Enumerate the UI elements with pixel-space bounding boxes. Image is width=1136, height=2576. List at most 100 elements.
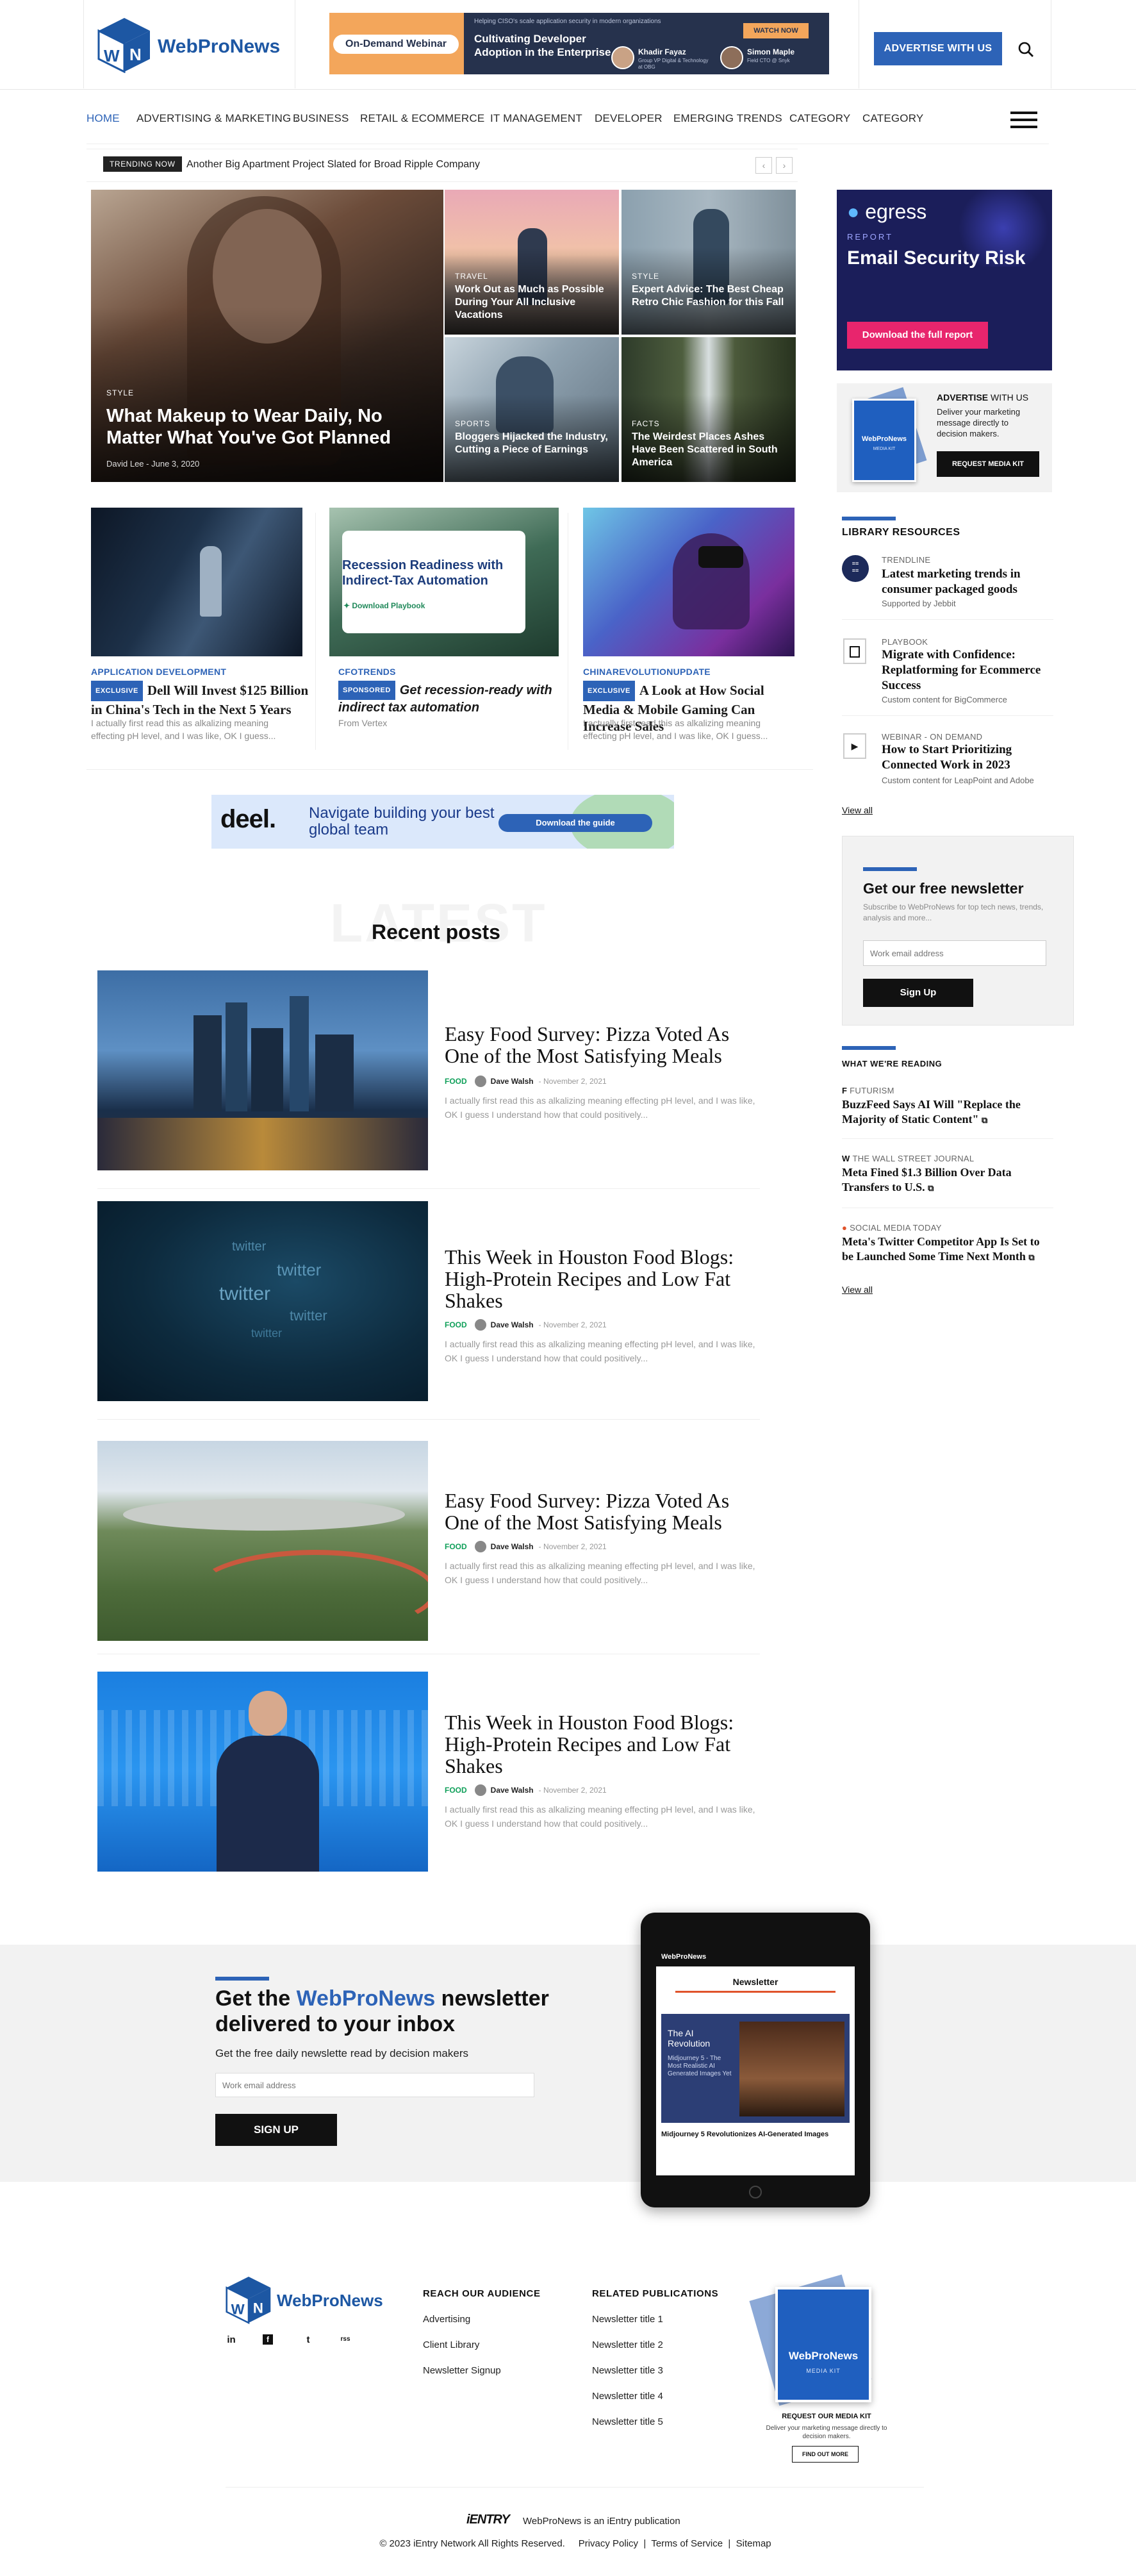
hero-main-story[interactable]: STYLE What Makeup to Wear Daily, No Matt… [91,190,443,482]
sidebar-email-input[interactable] [863,940,1046,966]
advertise-box: WebProNews MEDIA KIT ADVERTISE WITH US D… [837,383,1052,492]
post-image[interactable] [97,970,428,1170]
city-lights [97,1118,428,1170]
tile-category: STYLE [632,272,660,281]
card-category[interactable]: APPLICATION DEVELOPMENT [91,667,226,677]
section-accent-bar [842,1046,896,1050]
footer-newsletter-link[interactable]: Newsletter title 3 [592,2365,663,2376]
reach-heading: REACH OUR AUDIENCE [423,2288,541,2299]
library-item-title[interactable]: Latest marketing trends in consumer pack… [882,567,1042,597]
post-category[interactable]: FOOD [445,1786,467,1795]
reading-title[interactable]: Meta's Twitter Competitor App Is Set to … [842,1234,1053,1265]
hamburger-menu-icon[interactable] [1010,112,1037,128]
rss-icon[interactable]: rss [338,2336,352,2343]
site-logo[interactable]: W N WebProNews [97,17,290,74]
twitter-icon[interactable]: t [301,2334,315,2345]
trending-next-button[interactable]: › [776,157,793,174]
footer-link-client-library[interactable]: Client Library [423,2339,479,2350]
card-image[interactable] [91,508,302,656]
linkedin-icon[interactable]: in [224,2334,238,2345]
nav-category[interactable]: CATEGORY [862,112,923,125]
footer-link-advertising[interactable]: Advertising [423,2314,470,2325]
request-media-kit-button[interactable]: REQUEST MEDIA KIT [937,451,1039,477]
hero-tile-travel[interactable]: TRAVEL Work Out as Much as Possible Duri… [445,190,619,335]
card-category[interactable]: CFOTRENDS [338,667,396,677]
post-category[interactable]: FOOD [445,1542,467,1551]
footer-newsletter-link[interactable]: Newsletter title 5 [592,2416,663,2427]
card-title[interactable]: EXCLUSIVE Dell Will Invest $125 Billion i… [91,681,309,718]
svg-text:W: W [104,46,120,65]
footer-link-newsletter-signup[interactable]: Newsletter Signup [423,2365,501,2376]
speaker-body [217,1736,319,1872]
vr-headset [698,546,743,568]
skyline-tower [290,996,309,1111]
reading-view-all-link[interactable]: View all [842,1284,873,1295]
egress-cta-button[interactable]: Download the full report [847,322,988,349]
terms-of-service-link[interactable]: Terms of Service [651,2538,723,2549]
library-item-title[interactable]: Migrate with Confidence: Replatforming f… [882,647,1042,694]
post-author[interactable]: Dave Walsh [491,1786,534,1795]
search-icon[interactable] [1017,41,1034,58]
trending-prev-button[interactable]: ‹ [755,157,772,174]
hero-tile-style[interactable]: STYLE Expert Advice: The Best Cheap Retr… [622,190,796,335]
reading-title[interactable]: BuzzFeed Says AI Will "Replace the Major… [842,1097,1047,1127]
post-category[interactable]: FOOD [445,1077,467,1086]
privacy-policy-link[interactable]: Privacy Policy [579,2538,638,2549]
band-signup-button[interactable]: SIGN UP [215,2114,337,2146]
nav-business[interactable]: BUSINESS [293,112,349,125]
deel-cta-button[interactable]: Download the guide [498,814,652,832]
post-image[interactable]: twitter twitter twitter twitter twitter [97,1201,428,1401]
band-email-input[interactable] [215,2073,534,2097]
card-category[interactable]: CHINAREVOLUTIONUPDATE [583,667,711,677]
hero-tile-sports[interactable]: SPORTS Bloggers Hijacked the Industry, C… [445,337,619,482]
nav-home[interactable]: HOME [86,112,120,125]
footer-newsletter-link[interactable]: Newsletter title 1 [592,2314,663,2325]
library-heading: LIBRARY RESOURCES [842,527,960,538]
band-title-brand: WebProNews [296,1986,436,2011]
card-title[interactable]: SPONSORED Get recession-ready with indire… [338,681,556,715]
footer-newsletter-link[interactable]: Newsletter title 2 [592,2339,663,2350]
post-image[interactable] [97,1441,428,1641]
ad-title: Recession Readiness with Indirect-Tax Au… [342,558,504,588]
exclusive-badge: EXCLUSIVE [583,681,635,701]
find-out-more-button[interactable]: FIND OUT MORE [792,2446,859,2463]
trending-headline[interactable]: Another Big Apartment Project Slated for… [186,159,480,170]
reading-title[interactable]: Meta Fined $1.3 Billion Over Data Transf… [842,1165,1047,1195]
nav-retail-ecommerce[interactable]: RETAIL & ECOMMERCE [360,112,484,125]
nav-it-management[interactable]: IT MANAGEMENT [490,112,582,125]
egress-ad[interactable]: ● egress REPORT Email Security Risk Down… [837,190,1052,370]
top-webinar-banner[interactable]: On-Demand Webinar Helping CISO's scale a… [329,13,829,74]
post-author[interactable]: Dave Walsh [491,1542,534,1551]
advertise-button[interactable]: ADVERTISE WITH US [874,32,1002,65]
nav-category[interactable]: CATEGORY [789,112,850,125]
facebook-icon[interactable]: f [263,2334,273,2345]
post-title[interactable]: Easy Food Survey: Pizza Voted As One of … [445,1023,765,1067]
footer-logo[interactable]: W N WebProNews [226,2275,386,2327]
twitter-word: twitter [277,1260,322,1279]
footer-newsletter-link[interactable]: Newsletter title 4 [592,2391,663,2402]
post-author[interactable]: Dave Walsh [491,1320,534,1329]
hero-title: What Makeup to Wear Daily, No Matter Wha… [106,406,391,448]
post-category[interactable]: FOOD [445,1320,467,1329]
hero-author: David Lee [106,459,144,469]
card-image[interactable] [583,508,794,656]
library-view-all-link[interactable]: View all [842,805,873,815]
post-title[interactable]: This Week in Houston Food Blogs: High-Pr… [445,1711,765,1777]
card-divider [315,513,316,750]
footer-wordmark: WebProNews [277,2291,383,2310]
library-item-title[interactable]: How to Start Prioritizing Connected Work… [882,742,1042,773]
sidebar-signup-button[interactable]: Sign Up [863,979,973,1007]
banner-watch-button[interactable]: WATCH NOW [743,23,809,38]
post-author[interactable]: Dave Walsh [491,1077,534,1086]
post-title[interactable]: Easy Food Survey: Pizza Voted As One of … [445,1490,765,1533]
sitemap-link[interactable]: Sitemap [736,2538,771,2549]
hero-tile-facts[interactable]: FACTS The Weirdest Places Ashes Have Bee… [622,337,796,482]
post-image[interactable] [97,1672,428,1872]
sponsored-ad-image[interactable]: Recession Readiness with Indirect-Tax Au… [329,508,559,656]
deel-ad-banner[interactable]: deel. Navigate building your best global… [211,795,674,849]
nav-developer[interactable]: DEVELOPER [595,112,663,125]
post-title[interactable]: This Week in Houston Food Blogs: High-Pr… [445,1246,765,1311]
egress-title: Email Security Risk [847,247,1026,269]
nav-advertising-marketing[interactable]: ADVERTISING & MARKETING ⌄ [136,112,301,125]
nav-emerging-trends[interactable]: EMERGING TRENDS [673,112,782,125]
